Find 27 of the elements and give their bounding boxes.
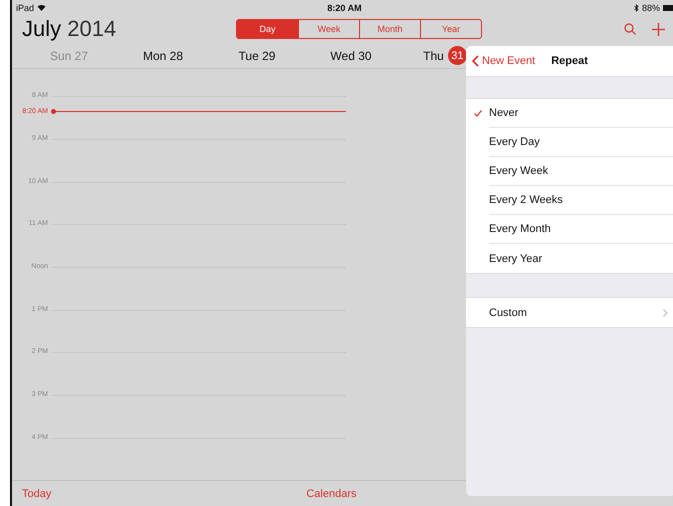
today-date-badge: 31 bbox=[448, 46, 467, 66]
add-icon[interactable] bbox=[652, 22, 665, 36]
checkmark-icon bbox=[474, 110, 482, 117]
day-label: Sun 27 bbox=[50, 48, 88, 63]
repeat-option[interactable]: Every Day bbox=[466, 128, 673, 157]
device-name: iPad bbox=[16, 2, 34, 13]
repeat-option[interactable]: Never bbox=[466, 99, 673, 128]
wifi-icon bbox=[37, 4, 46, 12]
back-button[interactable]: New Event bbox=[472, 55, 536, 67]
repeat-option[interactable]: Every 2 Weeks bbox=[466, 186, 673, 215]
clock-time: 8:20 AM bbox=[327, 2, 362, 13]
day-label: Wed 30 bbox=[330, 48, 372, 63]
custom-option[interactable]: Custom bbox=[466, 298, 673, 327]
day-label: Tue 29 bbox=[238, 48, 276, 63]
back-chevron-icon bbox=[472, 55, 479, 67]
repeat-option[interactable]: Every Month bbox=[466, 215, 673, 244]
chevron-icon bbox=[663, 308, 668, 316]
repeat-option[interactable]: Every Year bbox=[466, 244, 673, 273]
search-icon[interactable] bbox=[624, 23, 636, 36]
view-tab[interactable]: Day bbox=[237, 20, 298, 38]
day-label: Mon 28 bbox=[142, 48, 184, 63]
battery-percent: 88% bbox=[642, 2, 660, 13]
month-year-title: July 2014 bbox=[22, 16, 118, 42]
bluetooth-icon bbox=[634, 4, 639, 12]
day-label: Thu bbox=[423, 48, 444, 63]
popover-title: Repeat bbox=[551, 55, 588, 67]
repeat-option[interactable]: Every Week bbox=[466, 157, 673, 186]
